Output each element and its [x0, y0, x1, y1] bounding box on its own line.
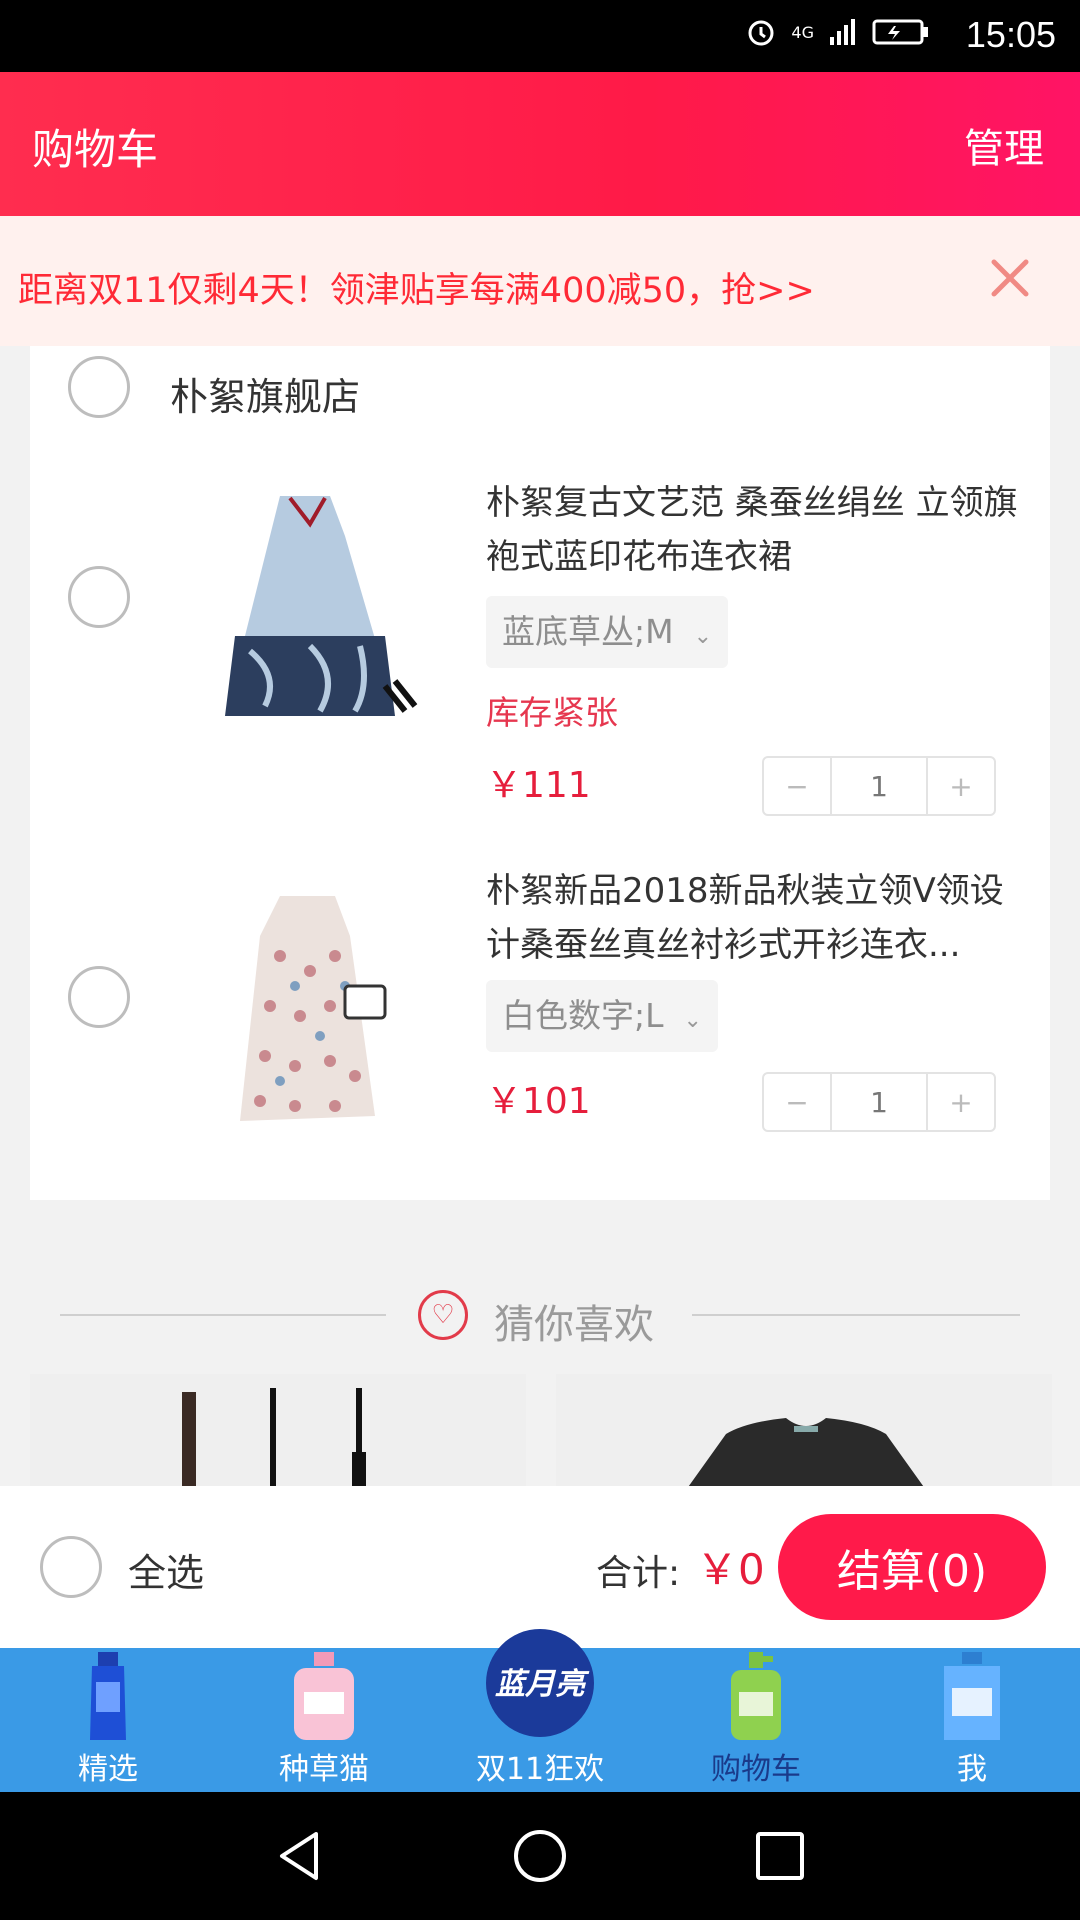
system-nav-bar — [0, 1792, 1080, 1920]
close-icon[interactable] — [986, 254, 1034, 302]
product-title[interactable]: 朴絮复古文艺范 桑蚕丝绢丝 立领旗袍式蓝印花布连衣裙 — [486, 476, 1036, 584]
store-select-radio[interactable] — [68, 356, 130, 418]
recommend-divider: ♡ 猜你喜欢 — [0, 1286, 1080, 1348]
decrease-button[interactable]: − — [764, 1074, 830, 1130]
tab-featured[interactable]: 精选 — [0, 1648, 216, 1792]
tab-recommend[interactable]: 种草猫 — [216, 1648, 432, 1792]
tab-label: 精选 — [78, 1752, 138, 1787]
cart-item: 朴絮复古文艺范 桑蚕丝绢丝 立领旗袍式蓝印花布连衣裙 蓝底草丛;M ⌄ 库存紧张 … — [30, 466, 1050, 816]
store-name[interactable]: 朴絮旗舰店 — [170, 366, 360, 421]
product-image[interactable] — [170, 876, 450, 1156]
bottom-tab-bar: 精选 种草猫 蓝月亮 双11狂欢 购物车 我 — [0, 1629, 1080, 1792]
stock-warning: 库存紧张 — [486, 693, 618, 732]
checkout-bar: 全选 合计: ￥0 结算(0) — [0, 1486, 1080, 1648]
header-bar: 购物车 管理 — [0, 72, 1080, 216]
tab-me[interactable]: 我 — [864, 1648, 1080, 1792]
cart-store-card: 朴絮旗舰店 朴絮复古文艺范 桑蚕丝绢丝 立领旗袍式蓝印花布连衣裙 蓝底草丛;M ⌄… — [30, 346, 1050, 1200]
sku-selector[interactable]: 蓝底草丛;M ⌄ — [486, 596, 729, 668]
page-title: 购物车 — [32, 125, 159, 174]
sku-label: 蓝底草丛;M — [502, 612, 674, 651]
clock: 15:05 — [965, 14, 1056, 55]
brand-logo-icon: 蓝月亮 — [486, 1629, 594, 1737]
item-select-radio[interactable] — [68, 966, 130, 1028]
green-pump-bottle-icon — [731, 1652, 781, 1740]
recommend-item[interactable] — [30, 1374, 526, 1490]
shirt-dress-image-icon — [240, 896, 387, 1121]
divider-line — [692, 1314, 1020, 1316]
detergent-bottle-icon — [944, 1652, 1000, 1740]
tshirt-image-icon — [686, 1418, 926, 1490]
home-icon[interactable] — [510, 1826, 570, 1886]
recommend-item[interactable] — [556, 1374, 1052, 1490]
back-icon[interactable] — [270, 1826, 330, 1886]
tab-label: 购物车 — [711, 1752, 801, 1787]
sku-selector[interactable]: 白色数字;L ⌄ — [486, 980, 718, 1052]
dress-image-icon — [225, 496, 418, 716]
select-all-radio[interactable] — [40, 1536, 102, 1598]
promo-text[interactable]: 距离双11仅剩4天！领津贴享每满400减50，抢>> — [18, 262, 815, 313]
product-image[interactable] — [170, 476, 450, 756]
pink-bottle-icon — [294, 1652, 354, 1740]
total-label: 合计: — [596, 1553, 681, 1594]
product-title[interactable]: 朴絮新品2018新品秋装立领V领设计桑蚕丝真丝衬衫式开衫连衣... — [486, 864, 1036, 972]
select-all-label[interactable]: 全选 — [128, 1542, 204, 1597]
sku-label: 白色数字;L — [502, 996, 664, 1035]
battery-icon — [872, 19, 928, 45]
divider-line — [60, 1314, 386, 1316]
tab-label: 种草猫 — [279, 1752, 369, 1787]
increase-button[interactable]: + — [928, 758, 994, 814]
tab-cart[interactable]: 购物车 — [648, 1648, 864, 1792]
blue-bottle-icon — [90, 1652, 126, 1740]
product-price: ￥111 — [486, 765, 591, 806]
checkout-button[interactable]: 结算(0) — [778, 1514, 1046, 1620]
item-select-radio[interactable] — [68, 566, 130, 628]
quantity-value[interactable]: 1 — [830, 758, 928, 814]
tab-double11[interactable]: 蓝月亮 双11狂欢 — [432, 1629, 648, 1792]
quantity-stepper: − 1 + — [762, 1072, 996, 1132]
chevron-down-icon: ⌄ — [683, 1008, 702, 1033]
quantity-stepper: − 1 + — [762, 756, 996, 816]
status-icons: 4G — [745, 16, 930, 48]
tab-label: 双11狂欢 — [475, 1752, 605, 1787]
recommend-title: 猜你喜欢 — [494, 1302, 654, 1348]
decrease-button[interactable]: − — [764, 758, 830, 814]
alarm-icon — [748, 20, 774, 46]
increase-button[interactable]: + — [928, 1074, 994, 1130]
network-type-label: 4G — [791, 22, 814, 42]
signal-icon — [830, 19, 855, 45]
status-bar: 4G 15:05 — [0, 0, 1080, 72]
quantity-value[interactable]: 1 — [830, 1074, 928, 1130]
promo-banner[interactable]: 距离双11仅剩4天！领津贴享每满400减50，抢>> — [0, 216, 1080, 346]
chevron-down-icon: ⌄ — [693, 624, 713, 649]
product-price: ￥101 — [486, 1081, 591, 1122]
brand-logo-text: 蓝月亮 — [495, 1667, 590, 1702]
cart-item: 朴絮新品2018新品秋装立领V领设计桑蚕丝真丝衬衫式开衫连衣... 白色数字;L… — [30, 866, 1050, 1186]
tab-label: 我 — [957, 1752, 987, 1787]
total-value: ￥0 — [696, 1545, 765, 1594]
recents-icon[interactable] — [750, 1826, 810, 1886]
heart-icon: ♡ — [418, 1290, 468, 1340]
manage-button[interactable]: 管理 — [964, 116, 1044, 174]
mascara-image-icon — [182, 1388, 366, 1490]
